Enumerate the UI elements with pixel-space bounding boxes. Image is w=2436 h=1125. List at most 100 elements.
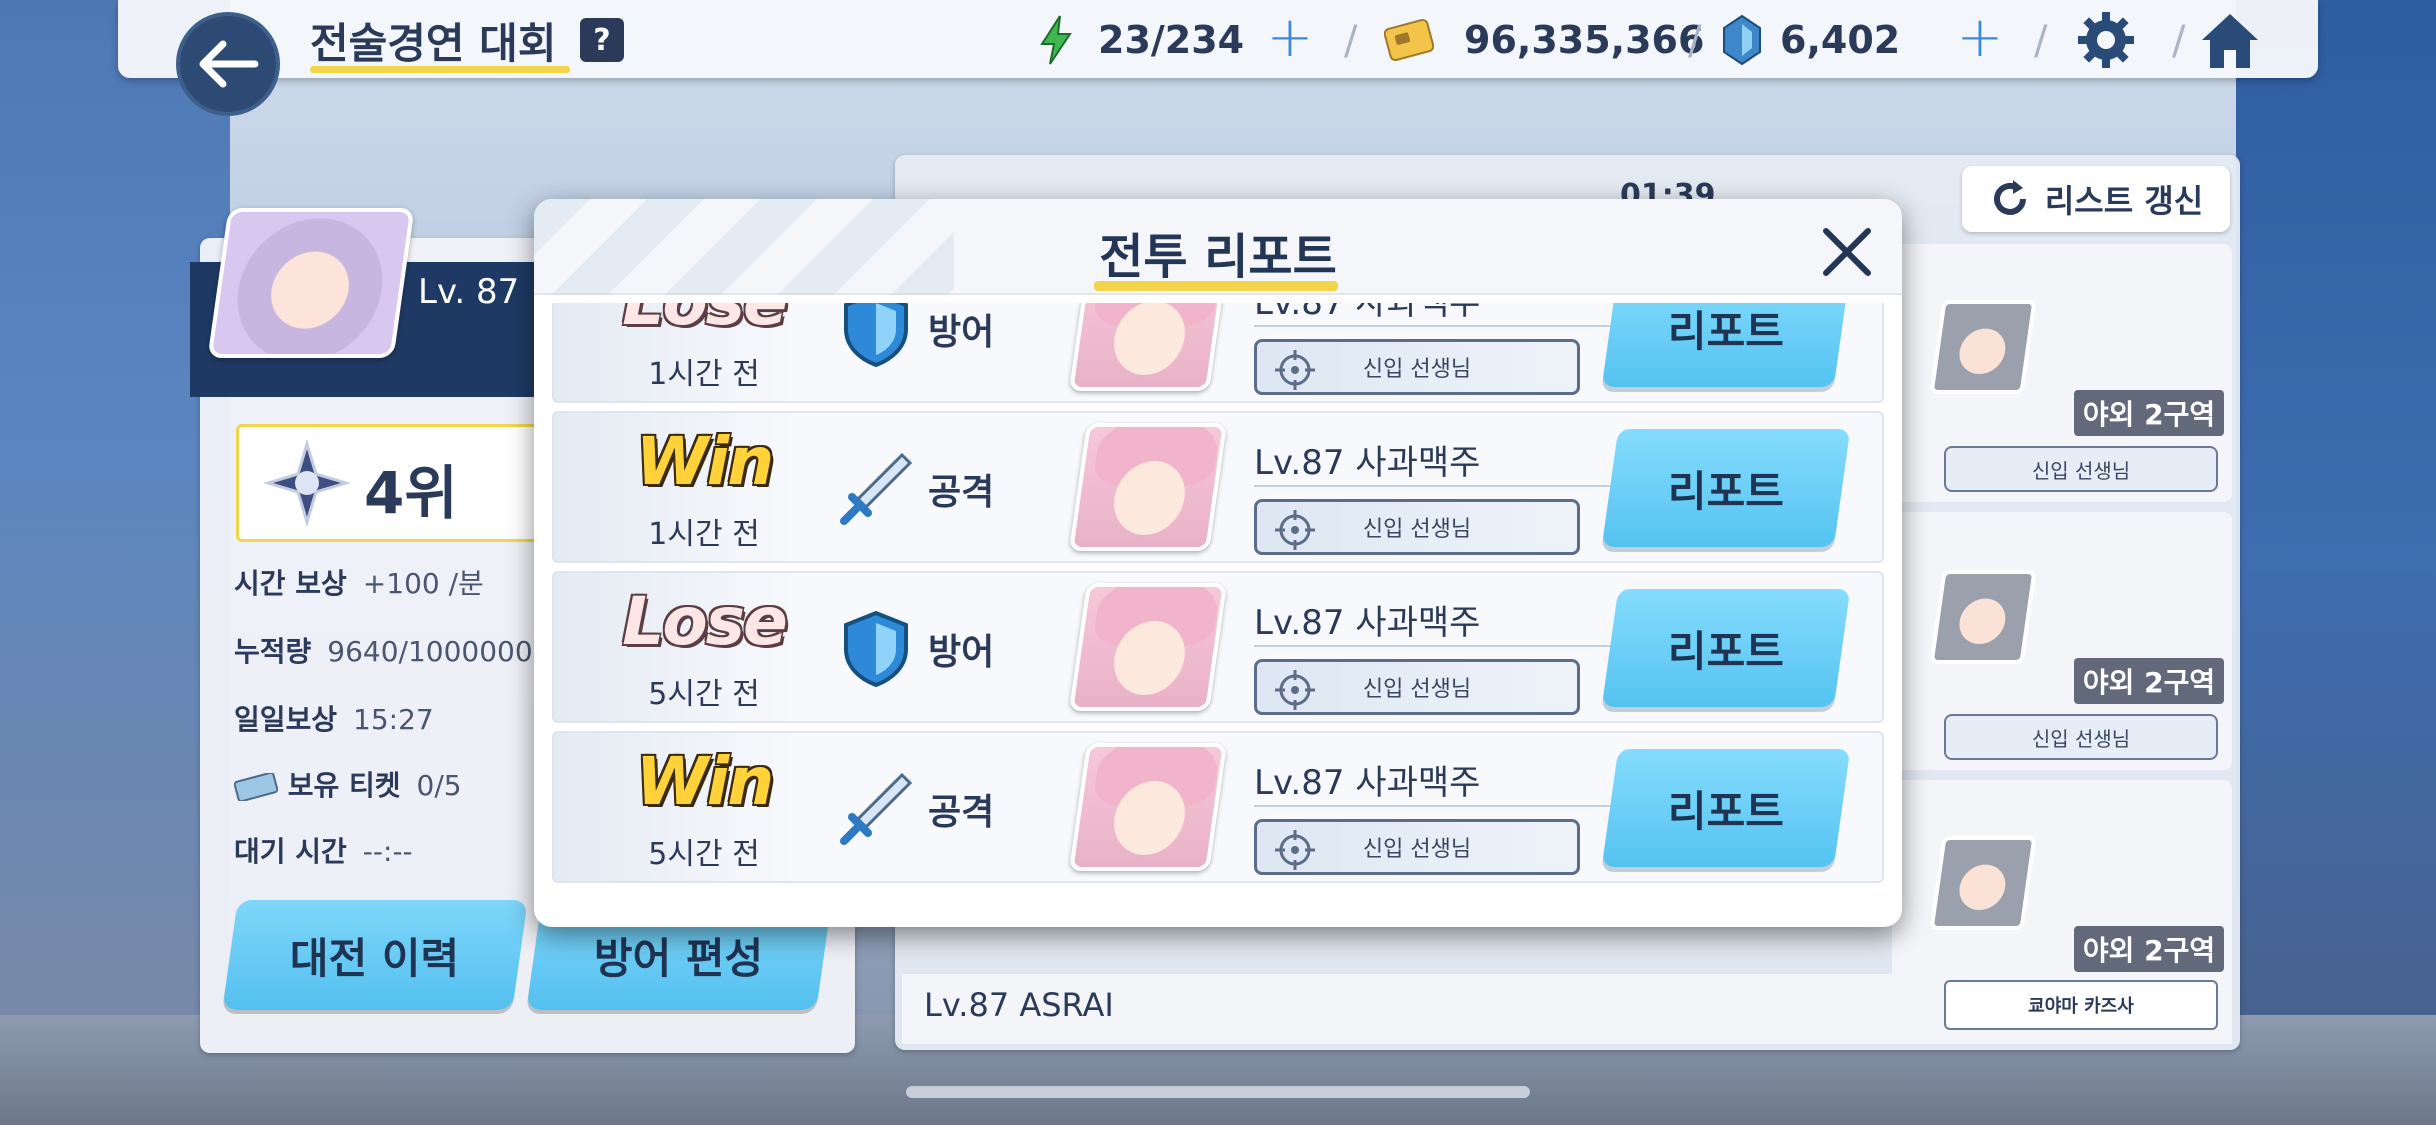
home-button[interactable] bbox=[2198, 8, 2262, 72]
stamina-value: 23/234 bbox=[1098, 18, 1245, 62]
report-label: 리포트 bbox=[1668, 466, 1784, 516]
refresh-list-label: 리스트 갱신 bbox=[2044, 182, 2204, 220]
stat-label: 보유 티켓 bbox=[287, 769, 401, 802]
battle-type-label: 공격 bbox=[928, 792, 995, 833]
opponent-teacher: 신입 선생님 bbox=[1944, 446, 2218, 492]
opponent-level-name: Lv.87 사과맥주 bbox=[1254, 443, 1481, 483]
opponent-teacher: 신입 선생님 bbox=[1254, 339, 1580, 395]
report-label: 리포트 bbox=[1668, 306, 1784, 356]
home-indicator[interactable] bbox=[906, 1086, 1530, 1098]
rank-emblem-icon bbox=[264, 440, 350, 526]
settings-button[interactable] bbox=[2076, 10, 2136, 70]
opponent-portrait bbox=[1069, 743, 1227, 871]
result-label: Win bbox=[635, 423, 774, 500]
stat-value: --:-- bbox=[362, 835, 413, 868]
stat-value: 0/5 bbox=[416, 769, 462, 802]
opponent-portrait bbox=[1929, 570, 2037, 664]
help-button[interactable]: ? bbox=[580, 18, 624, 62]
battle-history-button[interactable]: 대전 이력 bbox=[222, 900, 528, 1010]
sword-icon bbox=[840, 452, 913, 525]
credit-card-icon bbox=[1384, 18, 1434, 62]
result-label: Lose bbox=[594, 303, 814, 340]
page-title: 전술경연 대회 bbox=[310, 19, 557, 68]
stat-row: 일일보상 15:27 bbox=[234, 698, 434, 738]
report-label: 리포트 bbox=[1668, 786, 1784, 836]
time-label: 5시간 전 bbox=[648, 677, 760, 712]
divider: / bbox=[1688, 18, 1701, 64]
target-icon bbox=[1275, 830, 1315, 870]
defense-formation-label: 방어 편성 bbox=[594, 933, 764, 983]
report-button[interactable]: 리포트 bbox=[1601, 429, 1851, 547]
opponent-portrait bbox=[1069, 423, 1227, 551]
gems-value: 6,402 bbox=[1780, 18, 1901, 62]
gems-display: 6,402 bbox=[1720, 14, 1900, 66]
stat-value: 15:27 bbox=[353, 703, 434, 736]
opponent-portrait bbox=[1069, 583, 1227, 711]
divider: / bbox=[1344, 18, 1357, 64]
teacher-label: 신입 선생님 bbox=[1362, 837, 1472, 862]
report-row: Win 1시간 전 공격 Lv.87 사과맥주 신입 선생님 리포트 bbox=[552, 411, 1884, 563]
back-button[interactable] bbox=[176, 12, 280, 116]
add-stamina-button[interactable]: + bbox=[1262, 10, 1318, 68]
opponent-teacher: 신입 선생님 bbox=[1944, 714, 2218, 760]
stat-value: +100 /분 bbox=[362, 567, 484, 600]
report-row: Lose 1시간 전 방어 Lv.87 사과맥주 신입 선생님 리포트 bbox=[552, 303, 1884, 403]
opponent-level-name: Lv.87 사과맥주 bbox=[1254, 303, 1481, 323]
close-button[interactable] bbox=[1816, 221, 1878, 283]
opponent-level-name: Lv.87 사과맥주 bbox=[1254, 763, 1481, 803]
stat-value: 9640/1000000 bbox=[327, 635, 533, 668]
opponent-teacher: 신입 선생님 bbox=[1254, 499, 1580, 555]
gear-icon bbox=[2078, 12, 2134, 68]
opponent-level-name: Lv.87 사과맥주 bbox=[1254, 603, 1481, 643]
time-label: 1시간 전 bbox=[648, 357, 760, 392]
shield-icon bbox=[844, 303, 908, 368]
stat-label: 대기 시간 bbox=[234, 835, 347, 868]
report-row: Win 5시간 전 공격 Lv.87 사과맥주 신입 선생님 리포트 bbox=[552, 731, 1884, 883]
player-level: Lv. 87 bbox=[418, 272, 520, 312]
target-icon bbox=[1275, 510, 1315, 550]
zone-label: 야외 2구역 bbox=[2074, 658, 2224, 704]
divider bbox=[1254, 325, 1644, 327]
battle-type-label: 방어 bbox=[928, 632, 995, 673]
divider bbox=[1254, 485, 1644, 487]
avatar[interactable] bbox=[207, 208, 415, 358]
title-underline bbox=[310, 66, 570, 73]
teacher-label: 신입 선생님 bbox=[1362, 357, 1472, 382]
shield-icon bbox=[844, 610, 908, 688]
opponent-level: Lv.87 ASRAI bbox=[924, 986, 1114, 1024]
teacher-label: 신입 선생님 bbox=[1362, 677, 1472, 702]
stamina-display: 23/234 bbox=[1036, 14, 1244, 66]
target-icon bbox=[1275, 350, 1315, 390]
modal-title-underline bbox=[1094, 281, 1338, 291]
report-button[interactable]: 리포트 bbox=[1601, 749, 1851, 867]
teacher-label: 신입 선생님 bbox=[1362, 517, 1472, 542]
credits-value: 96,335,366 bbox=[1464, 18, 1705, 62]
battle-type-label: 방어 bbox=[928, 312, 995, 353]
opponent-portrait bbox=[1069, 303, 1227, 391]
add-gems-button[interactable]: + bbox=[1952, 10, 2008, 68]
report-button[interactable]: 리포트 bbox=[1601, 589, 1851, 707]
battle-report-modal: 전투 리포트 Lose 1시간 전 방어 Lv.87 사과맥주 bbox=[534, 199, 1902, 927]
opponent-portrait bbox=[1929, 300, 2037, 394]
ticket-icon bbox=[233, 771, 279, 803]
zone-label: 야외 2구역 bbox=[2074, 390, 2224, 436]
opponent-portrait bbox=[1929, 836, 2037, 930]
battle-history-label: 대전 이력 bbox=[290, 933, 460, 983]
report-label: 리포트 bbox=[1668, 626, 1784, 676]
report-button[interactable]: 리포트 bbox=[1601, 303, 1851, 387]
stat-label: 일일보상 bbox=[234, 703, 338, 736]
divider: / bbox=[2034, 18, 2047, 64]
sword-icon bbox=[840, 772, 913, 845]
battle-type-label: 공격 bbox=[928, 472, 995, 513]
favor-tag: 쿄야마 카즈사 bbox=[1944, 980, 2218, 1030]
divider: / bbox=[2172, 18, 2185, 64]
stat-row: 시간 보상 +100 /분 bbox=[234, 562, 484, 602]
close-icon bbox=[1823, 228, 1871, 276]
refresh-list-button[interactable]: 리스트 갱신 bbox=[1962, 166, 2230, 232]
time-label: 5시간 전 bbox=[648, 837, 760, 872]
report-list[interactable]: Lose 1시간 전 방어 Lv.87 사과맥주 신입 선생님 리포트 bbox=[552, 303, 1884, 909]
target-icon bbox=[1275, 670, 1315, 710]
refresh-icon bbox=[1993, 180, 2026, 215]
stat-label: 시간 보상 bbox=[234, 567, 347, 600]
back-arrow-icon bbox=[199, 40, 259, 88]
